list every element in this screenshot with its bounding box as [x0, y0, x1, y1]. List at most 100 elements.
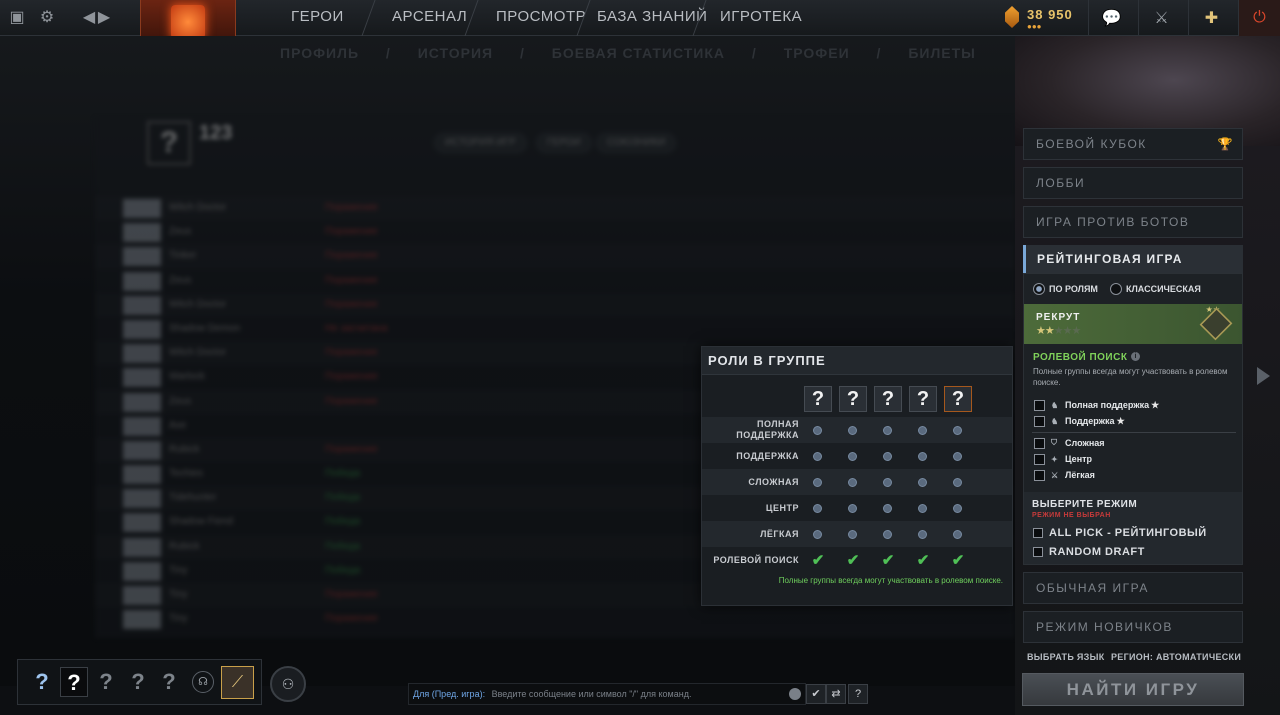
history-tab[interactable]: ИСТОРИЯ: [418, 45, 493, 61]
chat-input[interactable]: Для (Пред. игра): Введите сообщение или …: [408, 683, 806, 705]
role-toggle-dot[interactable]: [953, 530, 962, 539]
role-toggle-dot[interactable]: [953, 504, 962, 513]
party-member-slot[interactable]: ?: [839, 386, 867, 412]
history-row[interactable]: Witch Doctor Поражение: [95, 293, 1015, 317]
checkbox[interactable]: [1034, 399, 1045, 411]
nav-watch[interactable]: ПРОСМОТР: [496, 0, 586, 36]
history-row[interactable]: Witch Doctor Поражение: [95, 196, 1015, 220]
chat-bubble-icon[interactable]: 💬: [1088, 0, 1134, 36]
role-toggle-dot[interactable]: [848, 426, 857, 435]
checkbox[interactable]: [1034, 437, 1045, 449]
role-toggle-dot[interactable]: [953, 452, 962, 461]
chat-channel-switch-icon[interactable]: ⇄: [826, 684, 846, 704]
trophies-tab[interactable]: ТРОФЕИ: [784, 45, 850, 61]
party-slot[interactable]: ?: [28, 667, 56, 697]
chat-help-icon[interactable]: ?: [848, 684, 868, 704]
emoji-icon[interactable]: [789, 688, 801, 700]
lobby-button[interactable]: ЛОББИ: [1023, 167, 1243, 199]
history-row[interactable]: Tiny Поражение: [95, 607, 1015, 631]
region-select[interactable]: РЕГИОН: АВТОМАТИЧЕСКИ: [1111, 652, 1241, 662]
history-row[interactable]: Zeus Поражение: [95, 220, 1015, 244]
settings-gear-icon[interactable]: ⚙: [36, 6, 58, 28]
ranked-header[interactable]: РЕЙТИНГОВАЯ ИГРА: [1023, 245, 1243, 273]
checkbox[interactable]: [1034, 453, 1045, 465]
role-toggle-dot[interactable]: [883, 504, 892, 513]
role-toggle-dot[interactable]: [813, 452, 822, 461]
voice-chat-icon[interactable]: ☊: [192, 671, 214, 693]
mode-all-pick[interactable]: ALL PICK - РЕЙТИНГОВЫЙ: [1033, 526, 1207, 540]
power-icon[interactable]: ⏻: [1238, 0, 1280, 36]
checkbox[interactable]: [1034, 415, 1045, 427]
nav-arcade[interactable]: ИГРОТЕКА: [720, 0, 802, 36]
role-toggle-dot[interactable]: [918, 504, 927, 513]
role-toggle-dot[interactable]: [918, 426, 927, 435]
role-toggle-dot[interactable]: [883, 426, 892, 435]
role-toggle-dot[interactable]: [813, 530, 822, 539]
mode-random-draft[interactable]: RANDOM DRAFT: [1033, 545, 1145, 559]
role-toggle-dot[interactable]: [848, 504, 857, 513]
tickets-tab[interactable]: БИЛЕТЫ: [908, 45, 976, 61]
battle-cup-button[interactable]: БОЕВОЙ КУБОК 🏆: [1023, 128, 1243, 160]
info-icon[interactable]: i: [1131, 352, 1140, 361]
role-toggle-dot[interactable]: [883, 530, 892, 539]
match-result: Поражение: [325, 347, 378, 359]
party-slot[interactable]: ?: [92, 667, 120, 697]
normal-game-button[interactable]: ОБЫЧНАЯ ИГРА: [1023, 572, 1243, 604]
party-member-slot[interactable]: ?: [944, 386, 972, 412]
nav-learn[interactable]: БАЗА ЗНАНИЙ: [597, 0, 707, 36]
battle-stats-tab[interactable]: БОЕВАЯ СТАТИСТИКА: [552, 45, 725, 61]
role-toggle-dot[interactable]: [883, 478, 892, 487]
history-row[interactable]: Shadow Demon Не засчитана: [95, 317, 1015, 341]
history-tab-games[interactable]: ИСТОРИЯ ИГР: [433, 132, 528, 154]
checkbox[interactable]: [1034, 469, 1045, 481]
bots-button[interactable]: ИГРА ПРОТИВ БОТОВ: [1023, 206, 1243, 238]
checkbox[interactable]: [1033, 528, 1043, 538]
history-row[interactable]: Tinker Поражение: [95, 244, 1015, 268]
role-checkbox-safelane[interactable]: ⚔ Лёгкая: [1034, 468, 1095, 482]
armory-swords-icon[interactable]: ⚔: [1138, 0, 1184, 36]
party-group-icon[interactable]: ⚇: [270, 666, 306, 702]
role-toggle-dot[interactable]: [813, 504, 822, 513]
role-toggle-dot[interactable]: [848, 478, 857, 487]
nav-heroes[interactable]: ГЕРОИ: [291, 0, 344, 36]
checkbox[interactable]: [1033, 547, 1043, 557]
shards-balance[interactable]: 38 950 ●●●: [1003, 4, 1083, 32]
forward-arrow-icon[interactable]: ▶: [93, 6, 115, 28]
radio-by-roles[interactable]: ПО РОЛЯМ: [1033, 282, 1098, 296]
role-toggle-dot[interactable]: [813, 426, 822, 435]
history-tab-heroes[interactable]: ГЕРОИ: [535, 132, 593, 154]
role-toggle-dot[interactable]: [848, 452, 857, 461]
find-match-button[interactable]: НАЙТИ ИГРУ: [1022, 673, 1244, 706]
plus-badge-icon[interactable]: ⟋: [221, 666, 254, 699]
history-row[interactable]: Zeus Поражение: [95, 269, 1015, 293]
role-toggle-dot[interactable]: [918, 452, 927, 461]
role-toggle-dot[interactable]: [953, 478, 962, 487]
role-toggle-dot[interactable]: [848, 530, 857, 539]
role-toggle-dot[interactable]: [918, 530, 927, 539]
expand-arrow-icon[interactable]: [1257, 367, 1270, 385]
chat-channel[interactable]: Для (Пред. игра):: [413, 689, 485, 699]
role-toggle-dot[interactable]: [953, 426, 962, 435]
nav-armory[interactable]: АРСЕНАЛ: [392, 0, 467, 36]
party-slot[interactable]: ?: [124, 667, 152, 697]
role-toggle-dot[interactable]: [883, 452, 892, 461]
role-checkbox-support[interactable]: ♞ Поддержка ★: [1034, 414, 1125, 428]
role-checkbox-mid[interactable]: ✦ Центр: [1034, 452, 1092, 466]
role-toggle-dot[interactable]: [813, 478, 822, 487]
profile-tab[interactable]: ПРОФИЛЬ: [280, 45, 359, 61]
party-slot[interactable]: ?: [155, 667, 183, 697]
radio-classic[interactable]: КЛАССИЧЕСКАЯ: [1110, 282, 1201, 296]
role-checkbox-offlane[interactable]: ⛉ Сложная: [1034, 436, 1105, 450]
party-member-slot[interactable]: ?: [804, 386, 832, 412]
role-checkbox-full-support[interactable]: ♞ Полная поддержка ★: [1034, 398, 1159, 412]
plus-upgrade-icon[interactable]: ✚: [1188, 0, 1234, 36]
history-tab-allies[interactable]: СОЮЗНИКИ: [595, 132, 678, 154]
party-member-slot[interactable]: ?: [874, 386, 902, 412]
newbie-mode-button[interactable]: РЕЖИМ НОВИЧКОВ: [1023, 611, 1243, 643]
dashboard-icon[interactable]: ▣: [6, 6, 28, 28]
role-toggle-dot[interactable]: [918, 478, 927, 487]
party-member-slot[interactable]: ?: [909, 386, 937, 412]
chat-send-check-icon[interactable]: ✔: [806, 684, 826, 704]
party-slot-self[interactable]: ?: [60, 667, 88, 697]
language-select[interactable]: ВЫБРАТЬ ЯЗЫК: [1027, 652, 1105, 662]
